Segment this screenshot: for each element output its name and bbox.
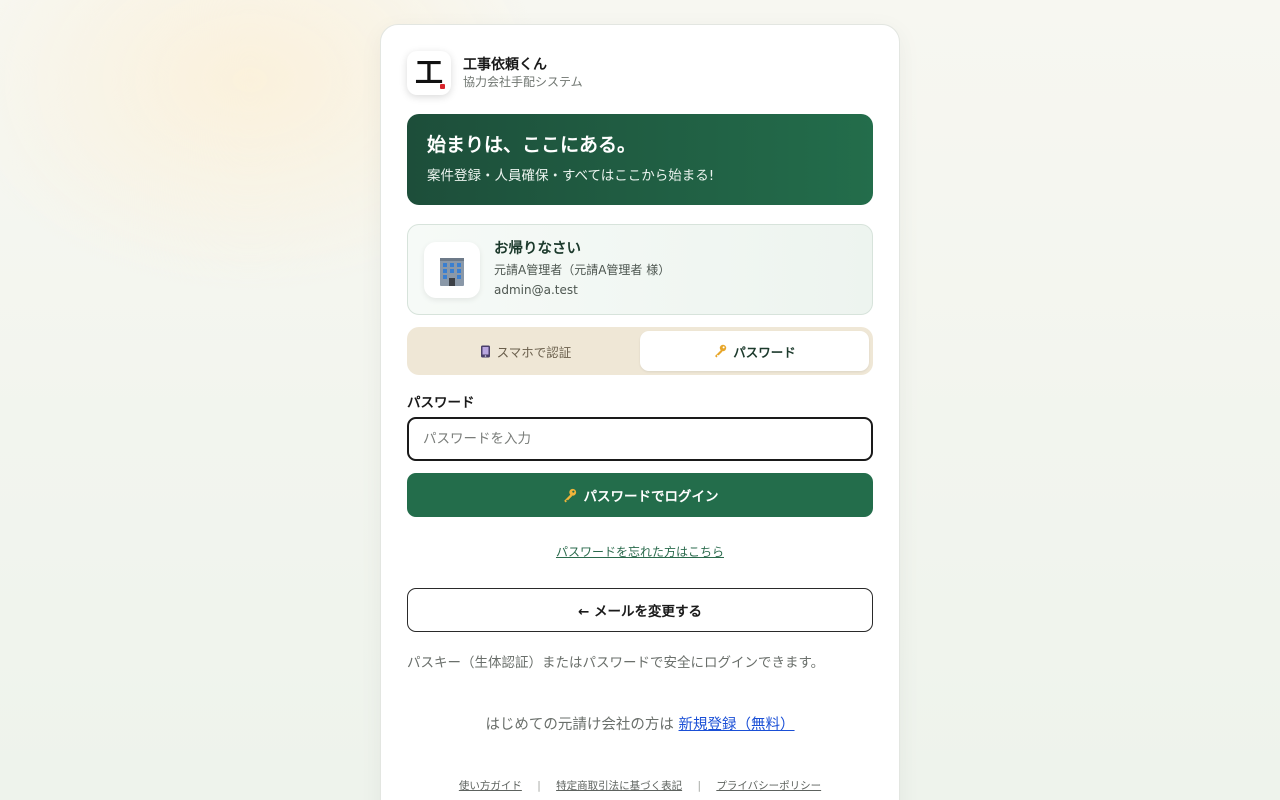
hero-banner: 始まりは、ここにある。 案件登録・人員確保・すべてはここから始まる!	[407, 114, 873, 205]
signup-prefix: はじめての元請け会社の方は	[485, 717, 674, 733]
footer-link-privacy[interactable]: プライバシーポリシー	[716, 780, 821, 792]
user-email: admin@a.test	[494, 283, 578, 297]
forgot-password-link[interactable]: パスワードを忘れた方はこちら	[381, 543, 899, 560]
user-name: 元請A管理者（元請A管理者 様）	[494, 263, 671, 277]
footer-separator: |	[697, 780, 701, 792]
password-input[interactable]	[407, 417, 873, 461]
tab-phone-auth[interactable]: スマホで認証	[411, 331, 640, 371]
tab-password-label: パスワード	[733, 344, 796, 360]
tab-phone-auth-label: スマホで認証	[496, 344, 572, 360]
brand-header: 工 工事依頼くん 協力会社手配システム	[407, 51, 583, 95]
hero-subtitle: 案件登録・人員確保・すべてはここから始まる!	[427, 168, 715, 184]
logo-red-dot	[440, 84, 445, 89]
password-login-label: パスワードでログイン	[583, 489, 719, 505]
signup-line: はじめての元請け会社の方は 新規登録（無料）	[381, 713, 899, 734]
app-logo: 工	[407, 51, 451, 95]
change-email-button[interactable]: ← メールを変更する	[407, 588, 873, 632]
footer-link-guide[interactable]: 使い方ガイド	[459, 780, 522, 792]
brand-text: 工事依頼くん 協力会社手配システム	[463, 56, 583, 91]
hero-title: 始まりは、ここにある。	[427, 134, 637, 156]
security-note: パスキー（生体認証）またはパスワードで安全にログインできます。	[407, 655, 825, 671]
key-icon	[562, 488, 577, 503]
signup-link[interactable]: 新規登録（無料）	[679, 717, 795, 733]
footer-link-commerce-law[interactable]: 特定商取引法に基づく表記	[556, 780, 682, 792]
office-building-icon	[424, 241, 480, 298]
welcome-text: お帰りなさい 元請A管理者（元請A管理者 様） admin@a.test	[494, 239, 670, 300]
password-login-button[interactable]: パスワードでログイン	[407, 473, 873, 517]
auth-method-tabs: スマホで認証 パスワード	[407, 327, 873, 375]
tab-password[interactable]: パスワード	[640, 331, 869, 371]
footer-separator: |	[537, 780, 541, 792]
footer-links: 使い方ガイド | 特定商取引法に基づく表記 | プライバシーポリシー	[381, 778, 899, 793]
logo-glyph: 工	[414, 56, 443, 89]
welcome-title: お帰りなさい	[494, 241, 581, 257]
welcome-panel: お帰りなさい 元請A管理者（元請A管理者 様） admin@a.test	[407, 224, 873, 315]
app-subtitle: 協力会社手配システム	[463, 74, 583, 89]
phone-icon	[480, 345, 491, 358]
login-card: 工 工事依頼くん 協力会社手配システム 始まりは、ここにある。 案件登録・人員確…	[380, 24, 900, 800]
app-title: 工事依頼くん	[463, 56, 547, 73]
key-icon	[713, 344, 727, 358]
password-label: パスワード	[407, 395, 475, 411]
